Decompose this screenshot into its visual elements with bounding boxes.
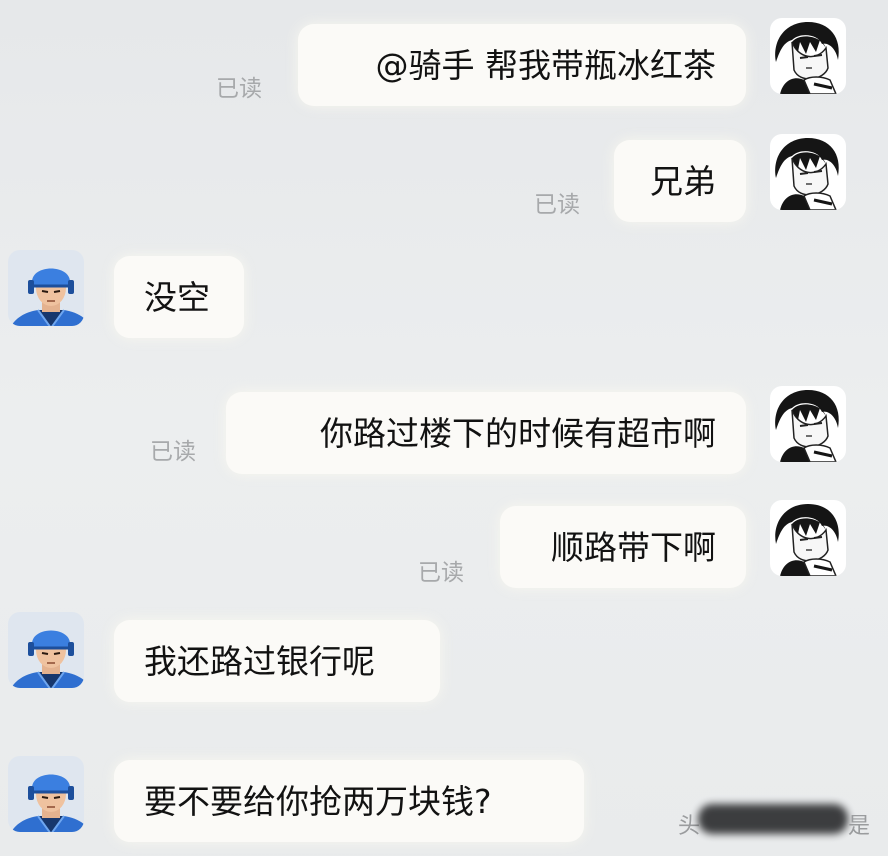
watermark-left-text: 头 [678,814,701,839]
read-status: 已读 [534,192,580,218]
message-bubble-received[interactable]: 我还路过银行呢 [114,620,440,702]
rider-avatar[interactable] [8,612,84,688]
message-bubble-sent[interactable]: @骑手 帮我带瓶冰红茶 [298,24,746,106]
watermark: 头 是 [672,800,872,840]
self-avatar[interactable] [770,500,846,576]
delivery-rider-avatar-icon [8,250,84,326]
self-avatar[interactable] [770,134,846,210]
delivery-rider-avatar-icon [8,756,84,832]
anime-boy-avatar-icon [770,18,846,94]
message-text: 我还路过银行呢 [144,641,375,681]
message-bubble-sent[interactable]: 兄弟 [614,140,746,222]
message-text: 兄弟 [650,161,716,201]
delivery-rider-avatar-icon [8,612,84,688]
watermark-right-text: 是 [848,814,871,839]
self-avatar[interactable] [770,18,846,94]
watermark-blur [698,804,848,834]
message-text: @骑手 帮我带瓶冰红茶 [375,45,717,85]
chat-view: 已读 @骑手 帮我带瓶冰红茶 已读 兄弟 没空 已读 你路过楼下的时候有超市啊 … [0,0,888,856]
message-text: 顺路带下啊 [551,527,716,567]
anime-boy-avatar-icon [770,386,846,462]
message-text: 要不要给你抢两万块钱? [144,781,492,821]
self-avatar[interactable] [770,386,846,462]
rider-avatar[interactable] [8,250,84,326]
message-bubble-sent[interactable]: 顺路带下啊 [500,506,746,588]
rider-avatar[interactable] [8,756,84,832]
anime-boy-avatar-icon [770,500,846,576]
message-text: 没空 [144,277,210,317]
message-bubble-received[interactable]: 没空 [114,256,244,338]
read-status: 已读 [150,439,196,465]
anime-boy-avatar-icon [770,134,846,210]
message-bubble-sent[interactable]: 你路过楼下的时候有超市啊 [226,392,746,474]
read-status: 已读 [418,560,464,586]
message-text: 你路过楼下的时候有超市啊 [320,413,716,453]
read-status: 已读 [216,76,262,102]
message-bubble-received[interactable]: 要不要给你抢两万块钱? [114,760,584,842]
